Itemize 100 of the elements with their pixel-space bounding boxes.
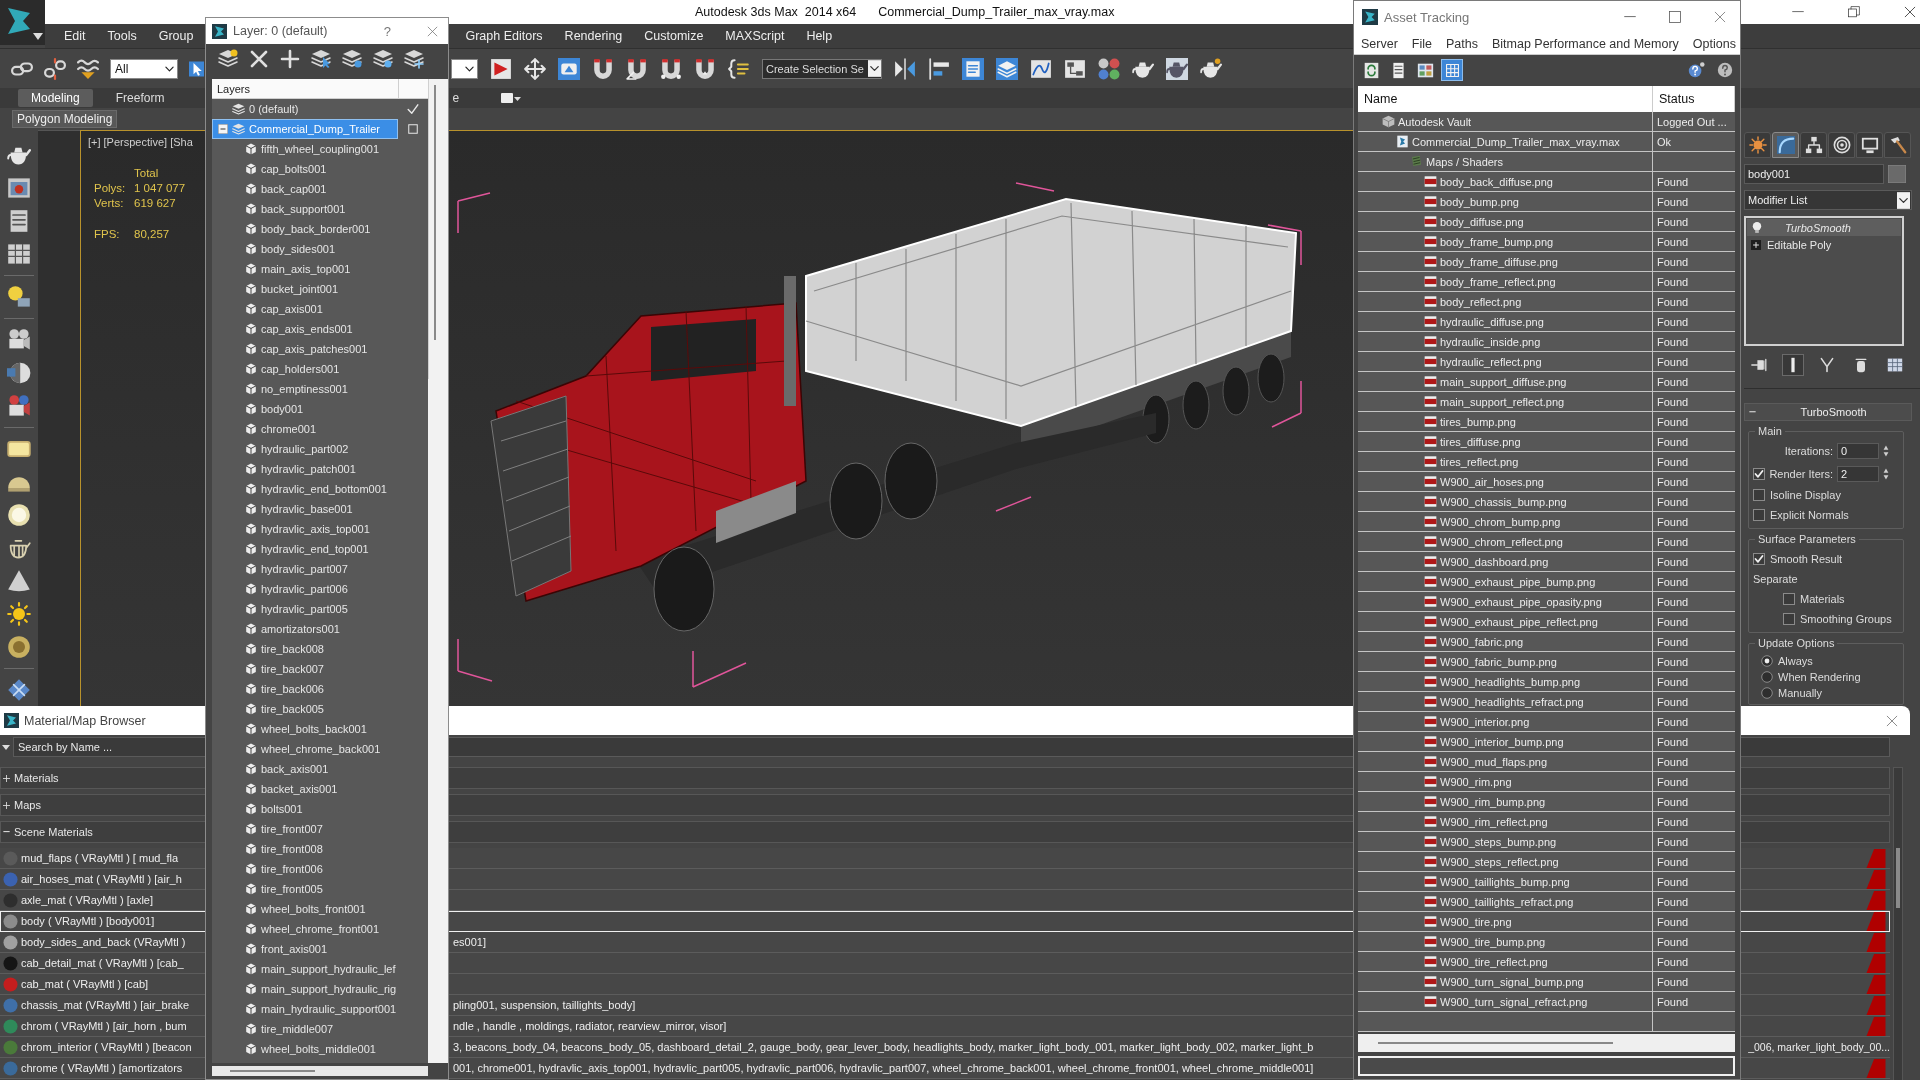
video-camera-icon[interactable] — [7, 394, 31, 418]
logo-icon[interactable] — [0, 0, 45, 45]
grid-icon[interactable] — [7, 678, 31, 702]
object-row[interactable]: body_back_border001 — [212, 219, 398, 239]
bulb-icon[interactable] — [1751, 221, 1763, 234]
object-row[interactable]: chrome001 — [212, 419, 398, 439]
collapse-icon[interactable] — [218, 124, 228, 134]
object-row[interactable]: hydravlic_part007 — [212, 559, 398, 579]
select-layer-icon[interactable] — [311, 49, 331, 69]
ribbon-panel-label[interactable]: Polygon Modeling — [12, 110, 118, 128]
object-row[interactable]: tire_middle007 — [212, 1019, 398, 1039]
spinner-field[interactable]: 0 — [1837, 443, 1879, 459]
object-name-field[interactable]: body001 — [1744, 164, 1884, 184]
new-layer-icon[interactable] — [218, 49, 238, 69]
object-row[interactable]: bucket_joint001 — [212, 279, 398, 299]
command-tab[interactable] — [1828, 132, 1855, 158]
menu-item[interactable]: Group — [158, 24, 194, 48]
command-tab[interactable] — [1744, 132, 1771, 158]
object-row[interactable]: wheel_bolts_middle001 — [212, 1039, 398, 1059]
close-icon[interactable] — [1714, 11, 1726, 23]
object-row[interactable]: no_emptiness001 — [212, 379, 398, 399]
picture-icon[interactable] — [7, 176, 31, 200]
layer-row[interactable]: Commercial_Dump_Trailer — [212, 119, 398, 139]
modifier-list-dropdown[interactable]: Modifier List — [1744, 190, 1912, 210]
help-button[interactable]: ? — [383, 23, 391, 39]
column-header[interactable]: Status — [1653, 86, 1735, 112]
magnet-icon[interactable] — [660, 57, 682, 80]
wave-icon[interactable] — [77, 57, 99, 80]
restore-icon[interactable] — [1848, 6, 1860, 18]
column-header[interactable]: Name — [1358, 86, 1653, 112]
sphere-icon[interactable] — [7, 503, 31, 527]
object-row[interactable]: cap_axis001 — [212, 299, 398, 319]
help-icon[interactable] — [1687, 61, 1705, 79]
command-tab[interactable] — [1884, 132, 1911, 158]
maximize-icon[interactable] — [1669, 11, 1681, 23]
magnet-icon[interactable] — [694, 57, 716, 80]
check-icon[interactable] — [407, 103, 419, 115]
cone-icon[interactable] — [7, 569, 31, 593]
align-icon[interactable] — [927, 57, 950, 80]
object-row[interactable]: cap_bolts001 — [212, 159, 398, 179]
minimize-icon[interactable] — [1624, 16, 1636, 18]
object-row[interactable]: wheel_bolts_back001 — [212, 719, 398, 739]
object-row[interactable]: tire_back008 — [212, 639, 398, 659]
half-sphere-icon[interactable] — [7, 361, 31, 385]
rollout-header[interactable]: TurboSmooth — [1744, 403, 1912, 421]
menu-item[interactable]: Graph Editors — [465, 24, 543, 48]
angle-magnet-icon[interactable] — [626, 57, 648, 80]
move-icon[interactable] — [524, 57, 546, 80]
graph-icon[interactable] — [1029, 57, 1052, 80]
ribbon-tab[interactable]: e — [452, 89, 462, 107]
menu-item[interactable]: File — [1411, 36, 1432, 51]
menu-item[interactable]: Edit — [64, 24, 86, 48]
viewport-menu-label[interactable]: [Sha — [170, 136, 193, 148]
object-row[interactable]: hydravlic_axis_top001 — [212, 519, 398, 539]
camera-icon[interactable] — [7, 328, 31, 352]
command-tab[interactable] — [1856, 132, 1883, 158]
menu-item[interactable]: MAXScript — [725, 24, 785, 48]
object-row[interactable]: cap_axis_patches001 — [212, 339, 398, 359]
schematic-icon[interactable] — [1063, 57, 1086, 80]
teapot-icon[interactable] — [1199, 57, 1222, 80]
object-row[interactable]: wheel_chrome_back001 — [212, 739, 398, 759]
modifier-stack-item[interactable]: Editable Poly — [1747, 236, 1901, 253]
checkbox[interactable] — [1753, 468, 1765, 480]
layers-icon[interactable] — [995, 57, 1018, 80]
object-row[interactable]: hydravlic_patch001 — [212, 459, 398, 479]
modifier-stack-item[interactable]: TurboSmooth — [1747, 219, 1901, 236]
ribbon-tab[interactable]: Freeform — [102, 89, 178, 107]
vertical-scrollbar[interactable] — [1893, 767, 1903, 1080]
object-row[interactable]: main_hydraulic_support001 — [212, 999, 398, 1019]
pivot-icon[interactable] — [490, 57, 512, 80]
menu-item[interactable]: Tools — [107, 24, 137, 48]
braces-icon[interactable] — [728, 57, 750, 80]
menu-item[interactable]: Server — [1361, 36, 1398, 51]
swatch-icon[interactable] — [1888, 165, 1906, 183]
layers-dot-icon[interactable] — [342, 49, 362, 69]
keyboard-icon[interactable] — [558, 57, 580, 80]
object-row[interactable]: tire_front007 — [212, 819, 398, 839]
object-row[interactable]: body_sides001 — [212, 239, 398, 259]
checkbox[interactable] — [1783, 613, 1795, 625]
object-row[interactable]: cap_holders001 — [212, 359, 398, 379]
named-selection-dropdown[interactable]: Create Selection Se — [762, 58, 882, 79]
object-row[interactable]: amortizators001 — [212, 619, 398, 639]
menu-item[interactable]: Help — [806, 24, 833, 48]
object-row[interactable]: body001 — [212, 399, 398, 419]
object-row[interactable]: back_support001 — [212, 199, 398, 219]
mirror-icon[interactable] — [893, 57, 916, 80]
ribbon-tab[interactable]: Modeling — [18, 89, 93, 107]
viewport-menu-label[interactable]: [+] — [88, 136, 101, 148]
disc-icon[interactable] — [7, 635, 31, 659]
teapot-window-icon[interactable] — [1165, 57, 1188, 80]
layers-dot-icon[interactable] — [373, 49, 393, 69]
path-field[interactable] — [1358, 1056, 1735, 1076]
object-row[interactable]: cap_axis_ends001 — [212, 319, 398, 339]
object-row[interactable]: hydravlic_part006 — [212, 579, 398, 599]
object-row[interactable]: hydraulic_part002 — [212, 439, 398, 459]
spinner-arrows-icon[interactable] — [1883, 468, 1889, 480]
dropdown-arrow-icon[interactable] — [2, 744, 10, 750]
close-icon[interactable] — [1904, 6, 1916, 18]
layers-plus-icon[interactable] — [404, 49, 424, 69]
object-row[interactable]: tire_back006 — [212, 679, 398, 699]
